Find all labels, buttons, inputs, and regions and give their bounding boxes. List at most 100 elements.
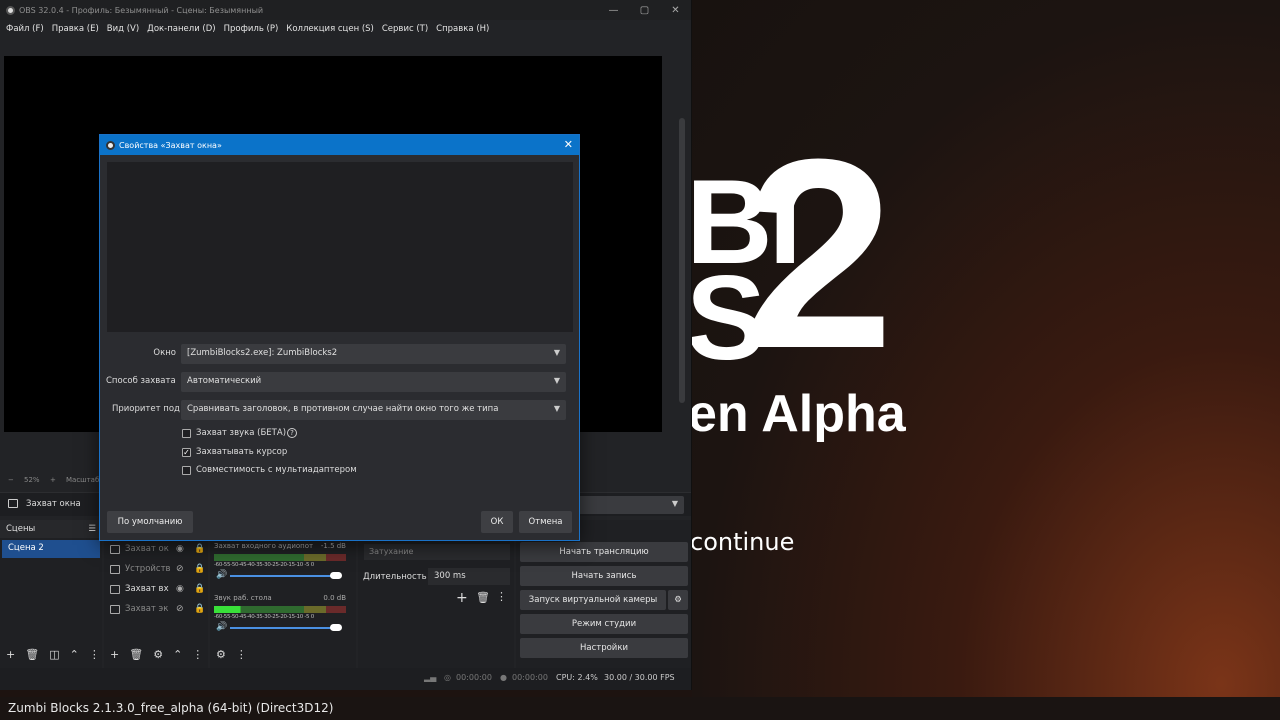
studio-mode-button[interactable]: Режим студии [520,614,688,634]
lock-icon[interactable]: 🔒 [194,544,205,554]
menu-bar: Файл (F) Правка (E) Вид (V) Док-панели (… [0,20,691,38]
close-button[interactable]: ✕ [660,0,691,20]
mixer-channel-name: Звук раб. стола [214,594,272,602]
add-source-icon[interactable]: + [110,648,119,661]
mixer-channel-name: Захват входного аудиопот [214,542,314,550]
window-capture-icon [8,499,18,508]
maximize-button[interactable]: ▢ [629,0,660,20]
window-select[interactable]: [ZumbiBlocks2.exe]: ZumbiBlocks2 ▼ [181,344,566,364]
volume-knob[interactable] [330,572,342,579]
meter-ticks: -60-55-50-45-40-35-30-25-20-15-10 -5 0 [214,562,314,568]
remove-scene-icon[interactable]: 🗑 [25,648,39,661]
zoom-in-icon[interactable]: + [50,476,56,484]
volume-meter [214,606,346,613]
menu-edit[interactable]: Правка (E) [48,24,103,34]
settings-button[interactable]: Настройки [520,638,688,658]
eye-off-icon[interactable]: ⊘ [176,564,184,574]
window-controls: — ▢ ✕ [598,0,691,20]
mixer-settings-icon[interactable]: ⚙ [216,648,226,661]
eye-off-icon[interactable]: ⊘ [176,604,184,614]
microphone-icon [110,584,120,594]
dialog-title: Свойства «Захват окна» [119,140,222,150]
menu-file[interactable]: Файл (F) [2,24,48,34]
source-item[interactable]: Захват эк ⊘ 🔒 [110,600,206,618]
source-item[interactable]: Устройств ⊘ 🔒 [110,560,206,578]
more-icon[interactable]: ⋮ [192,648,203,661]
ok-button[interactable]: ОК [481,511,513,533]
scenes-dock-header: Сцены ☰ [0,520,102,538]
duration-spinbox[interactable]: 300 ms [428,568,510,585]
transitions-dock [358,520,514,668]
lock-icon[interactable]: 🔒 [194,604,205,614]
zoom-out-icon[interactable]: − [8,476,14,484]
more-icon[interactable]: ⋮ [236,648,247,661]
monitor-icon [110,604,120,614]
game-logo-subtitle: en Alpha [692,385,906,443]
gear-icon[interactable]: ⚙ [153,648,163,661]
menu-scene-collection[interactable]: Коллекция сцен (S) [282,24,378,34]
more-icon[interactable]: ⋮ [89,648,100,661]
speaker-icon[interactable]: 🔊 [216,570,227,580]
mixer-dock-footer: ⚙ ⋮ [210,644,247,664]
volume-slider[interactable]: 🔊 [214,622,346,634]
help-icon[interactable]: ? [287,428,298,438]
game-logo-number: 2 [744,104,895,405]
capture-audio-checkbox[interactable]: Захват звука (БЕТА) ? [182,428,298,438]
eye-icon[interactable]: ◉ [176,544,184,554]
add-scene-icon[interactable]: + [6,648,15,661]
speaker-icon[interactable]: 🔊 [216,622,227,632]
menu-docks[interactable]: Док-панели (D) [143,24,219,34]
move-up-icon[interactable]: ⌃ [173,648,182,661]
lock-icon[interactable]: 🔒 [194,584,205,594]
eye-icon[interactable]: ◉ [176,584,184,594]
scene-item[interactable]: Сцена 2 [2,540,100,558]
mixer-channel: Звук раб. стола 0.0 dB -60-55-50-45-40-3… [214,594,346,634]
cancel-button[interactable]: Отмена [519,511,572,533]
virtual-camera-button[interactable]: Запуск виртуальной камеры [520,590,666,610]
camera-icon [110,564,120,574]
transition-combo[interactable]: Затухание [364,544,510,560]
defaults-button[interactable]: По умолчанию [107,511,193,533]
window-capture-icon [110,544,120,554]
record-icon: ● [500,673,507,682]
source-toolbar-combo[interactable]: ▼ [578,496,684,514]
minimize-button[interactable]: — [598,0,629,20]
remove-transition-icon[interactable]: 🗑 [476,591,490,604]
source-toolbar-name: Захват окна [26,499,81,509]
game-window-title: Zumbi Blocks 2.1.3.0_free_alpha (64-bit)… [0,697,1280,720]
lock-icon[interactable]: 🔒 [194,564,205,574]
scenes-dock-footer: + 🗑 ◫ ⌃ ⋮ [0,644,100,664]
filter-icon[interactable]: ◫ [49,648,59,661]
chevron-down-icon: ▼ [553,376,560,385]
dock-menu-icon[interactable]: ☰ [88,524,96,534]
start-recording-button[interactable]: Начать запись [520,566,688,586]
menu-help[interactable]: Справка (H) [432,24,493,34]
signal-icon: ▂▄ [424,673,437,682]
multiadapter-checkbox[interactable]: Совместимость с мультиадаптером [182,465,357,475]
remove-source-icon[interactable]: 🗑 [129,648,143,661]
priority-select[interactable]: Сравнивать заголовок, в противном случае… [181,400,566,420]
capture-method-label: Способ захвата [106,376,176,386]
dialog-titlebar: Свойства «Захват окна» [100,135,579,155]
chevron-down-icon: ▼ [553,404,560,413]
more-icon[interactable]: ⋮ [496,590,507,603]
volume-knob[interactable] [330,624,342,631]
close-icon[interactable]: ✕ [564,138,573,151]
scenes-title: Сцены [6,524,36,534]
menu-tools[interactable]: Сервис (T) [378,24,432,34]
source-item[interactable]: Захват ок ◉ 🔒 [110,540,206,558]
source-item[interactable]: Захват вх ◉ 🔒 [110,580,206,598]
preview-scrollbar[interactable] [679,118,685,403]
volume-slider[interactable]: 🔊 [214,570,346,582]
capture-cursor-checkbox[interactable]: ✓ Захватывать курсор [182,447,287,457]
game-continue-text[interactable]: continue [692,528,794,556]
capture-method-select[interactable]: Автоматический ▼ [181,372,566,392]
move-up-icon[interactable]: ⌃ [70,648,79,661]
gear-icon[interactable]: ⚙ [668,590,688,610]
obs-logo-icon [6,5,15,15]
start-streaming-button[interactable]: Начать трансляцию [520,542,688,562]
add-transition-icon[interactable]: + [456,590,468,606]
mixer-channel-db: -1.5 dB [320,542,346,550]
menu-view[interactable]: Вид (V) [103,24,143,34]
menu-profile[interactable]: Профиль (P) [220,24,283,34]
